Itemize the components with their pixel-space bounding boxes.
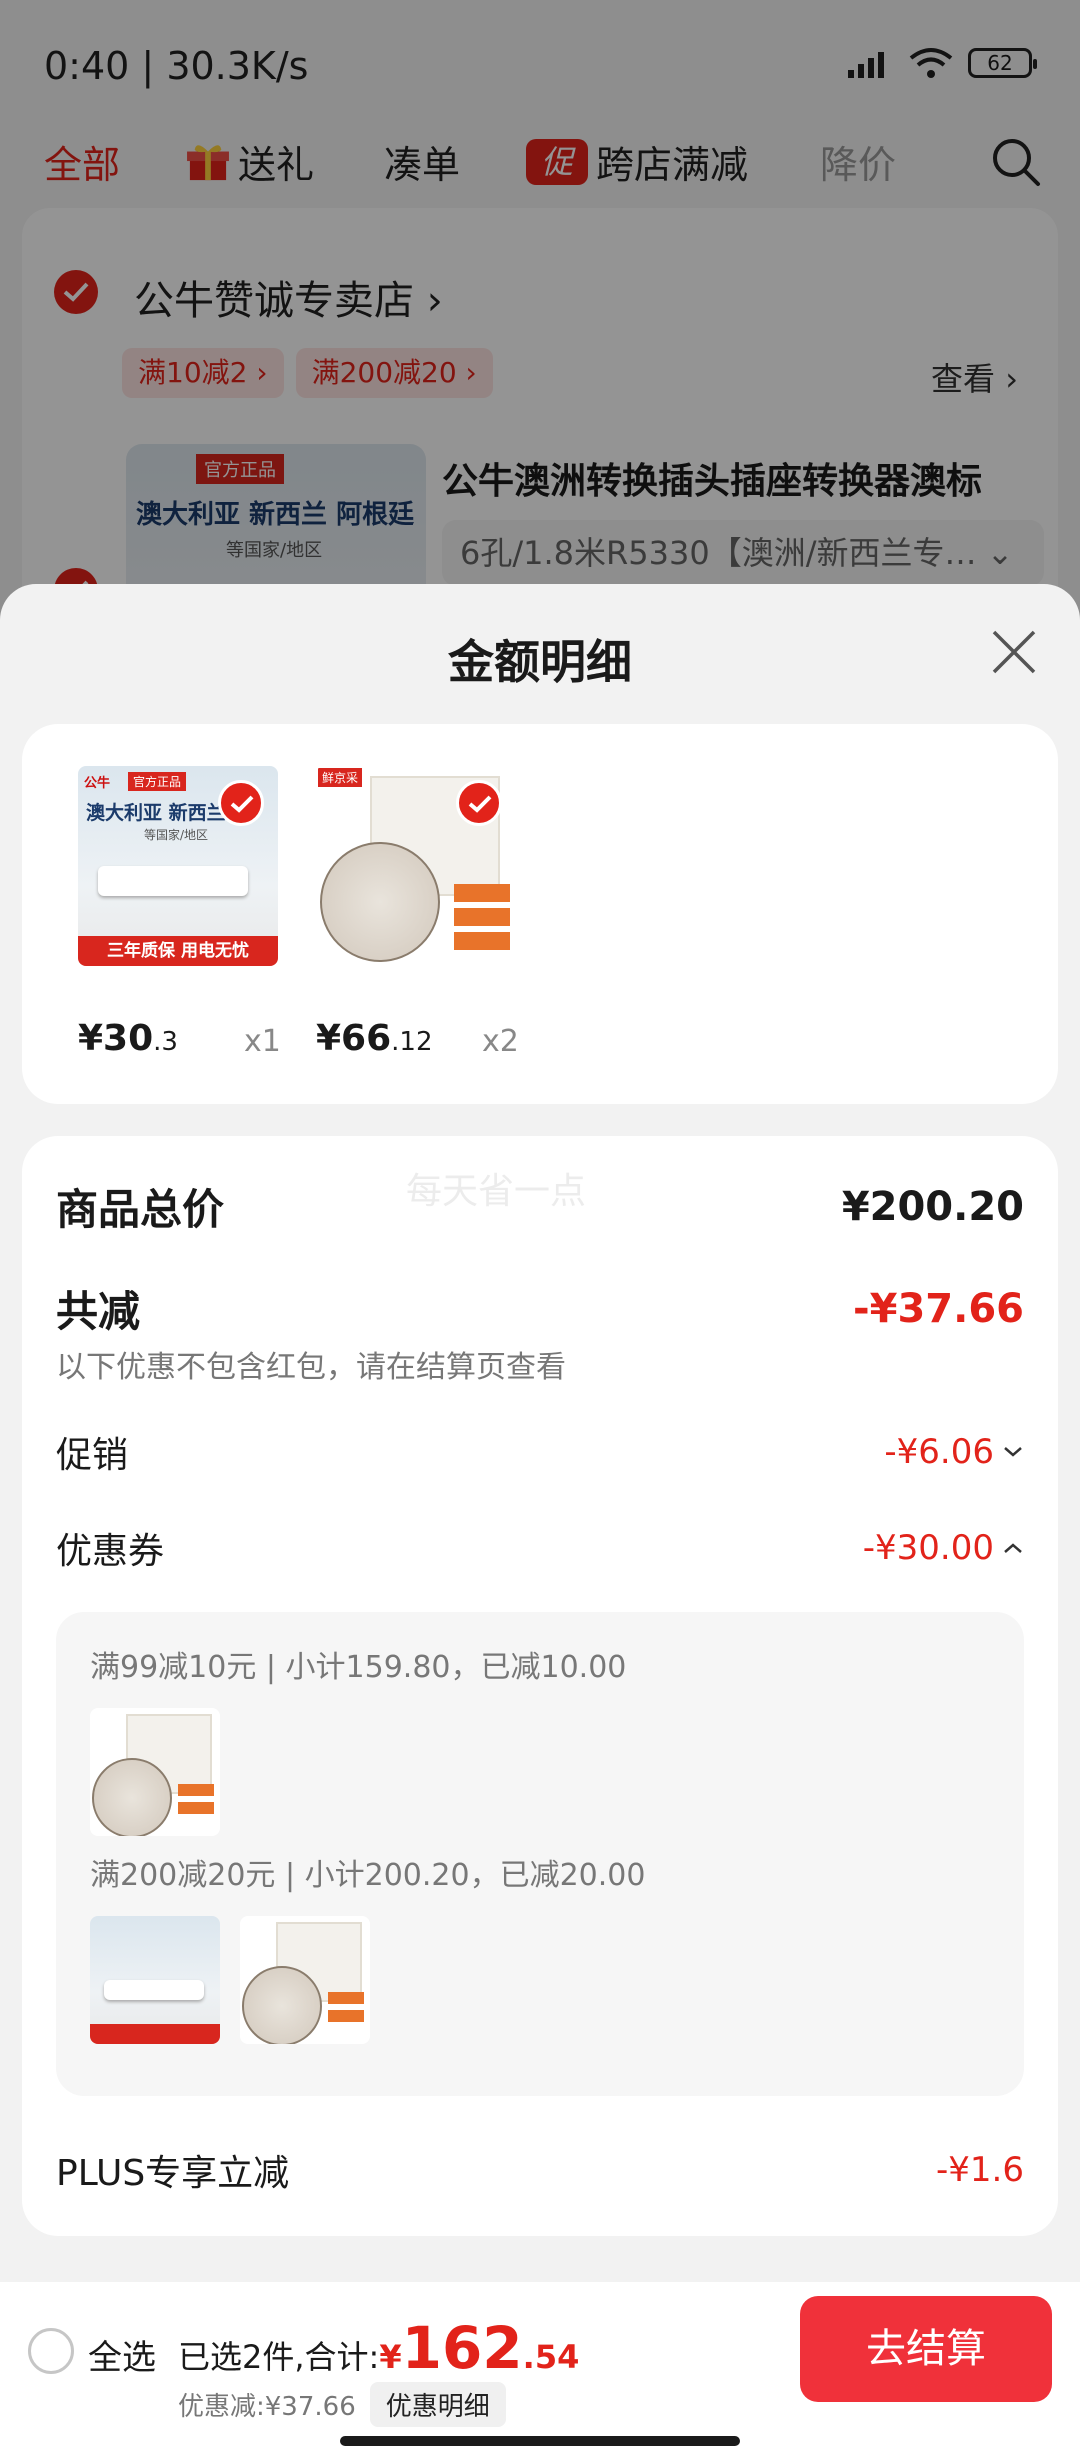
close-icon[interactable] — [988, 626, 1040, 678]
coupon-product-thumb — [90, 1916, 220, 2044]
coupon-line: 满200减20元 | 小计200.20，已减20.00 — [90, 1858, 646, 1893]
coupon-product-thumb — [90, 1708, 220, 1836]
coupon-row[interactable]: 优惠券 -¥30.00 — [56, 1522, 1024, 1574]
coupon-line: 满99减10元 | 小计159.80，已减10.00 — [90, 1650, 627, 1685]
item-quantity: x2 — [482, 1024, 519, 1059]
chevron-up-icon — [1004, 1543, 1022, 1553]
image-brand: 公牛 — [84, 776, 111, 791]
selected-item[interactable]: 公牛 官方正品 澳大利亚 新西兰 等国家/地区 三年质保 用电无忧 ¥30.3 … — [78, 766, 281, 1059]
coupon-label: 优惠券 — [56, 1531, 165, 1572]
banner-graphic — [90, 2024, 220, 2044]
total-label: 商品总价 — [56, 1185, 225, 1234]
checkout-bar: 全选 已选2件,合计: ¥ 162 .54 优惠减:¥37.66 优惠明细 去结… — [0, 2282, 1080, 2460]
image-region: 澳大利亚 新西兰 — [86, 802, 226, 824]
total-currency: ¥ — [379, 2338, 402, 2376]
plus-row: PLUS专享立减 -¥1.6 — [56, 2144, 1024, 2196]
item-price: ¥66.12 — [316, 1018, 433, 1059]
image-tag: 官方正品 — [128, 772, 187, 791]
discount-label: 共减 — [56, 1287, 141, 1336]
selected-item[interactable]: 鲜京采 ¥66.12 x2 — [316, 766, 519, 1059]
image-banner: 三年质保 用电无忧 — [78, 936, 278, 966]
selected-count-text: 已选2件,合计: — [178, 2338, 380, 2376]
power-strip-graphic — [98, 866, 248, 896]
total-value: ¥200.20 — [841, 1183, 1024, 1230]
price-dec: .3 — [153, 1027, 178, 1057]
item-quantity: x1 — [244, 1024, 281, 1059]
discount-value: -¥37.66 — [853, 1285, 1024, 1332]
total-row: 商品总价 ¥200.20 — [56, 1176, 1024, 1237]
image-sub: 等国家/地区 — [144, 828, 209, 842]
price-int: ¥30 — [78, 1018, 154, 1059]
badge-graphic — [454, 932, 510, 950]
price-detail-card: 每天省一点 商品总价 ¥200.20 共减 -¥37.66 以下优惠不包含红包，… — [22, 1136, 1058, 2236]
badge-graphic — [328, 2010, 364, 2022]
discount-row: 共减 -¥37.66 — [56, 1278, 1024, 1339]
total-summary: 已选2件,合计: ¥ 162 .54 — [178, 2314, 579, 2382]
image-label: 鲜京采 — [318, 768, 363, 787]
coupon-value: -¥30.00 — [862, 1528, 994, 1568]
price-int: ¥66 — [316, 1018, 392, 1059]
promo-label: 促销 — [56, 1435, 129, 1476]
home-indicator[interactable] — [340, 2436, 740, 2446]
promo-value-group: -¥6.06 — [884, 1432, 1024, 1472]
promo-value: -¥6.06 — [884, 1432, 994, 1472]
item-check-icon[interactable] — [456, 780, 502, 826]
badge-graphic — [178, 1802, 214, 1814]
coupon-value-group: -¥30.00 — [863, 1528, 1024, 1568]
discount-detail-button[interactable]: 优惠明细 — [369, 2382, 506, 2427]
checkout-button[interactable]: 去结算 — [800, 2296, 1052, 2402]
selected-items-card: 公牛 官方正品 澳大利亚 新西兰 等国家/地区 三年质保 用电无忧 ¥30.3 … — [22, 724, 1058, 1104]
plus-value: -¥1.6 — [936, 2150, 1024, 2190]
item-check-icon[interactable] — [218, 780, 264, 826]
price-dec: .12 — [391, 1027, 433, 1057]
badge-graphic — [328, 1992, 364, 2004]
promo-row[interactable]: 促销 -¥6.06 — [56, 1426, 1024, 1478]
item-price: ¥30.3 — [78, 1018, 178, 1059]
discount-note: 以下优惠不包含红包，请在结算页查看 — [56, 1350, 566, 1385]
product-image: 公牛 官方正品 澳大利亚 新西兰 等国家/地区 三年质保 用电无忧 — [78, 766, 278, 966]
power-strip-graphic — [104, 1980, 204, 2000]
amount-detail-sheet: 金额明细 公牛 官方正品 澳大利亚 新西兰 等国家/地区 三年质保 用电无忧 ¥… — [0, 584, 1080, 2460]
sheet-title: 金额明细 — [448, 635, 632, 689]
plus-label: PLUS专享立减 — [56, 2153, 290, 2194]
badge-graphic — [454, 884, 510, 902]
shrimp-plate-graphic — [242, 1966, 322, 2044]
badge-graphic — [178, 1784, 214, 1796]
select-all-checkbox[interactable] — [28, 2328, 74, 2374]
coupon-product-thumb — [240, 1916, 370, 2044]
chevron-down-icon — [1004, 1447, 1022, 1457]
discount-summary: 优惠减:¥37.66 优惠明细 — [178, 2382, 506, 2427]
coupon-breakdown: 满99减10元 | 小计159.80，已减10.00 满200减20元 | 小计… — [56, 1612, 1024, 2096]
shrimp-plate-graphic — [92, 1758, 172, 1836]
discount-summary-text: 优惠减:¥37.66 — [178, 2392, 356, 2422]
total-integer: 162 — [401, 2314, 523, 2382]
select-all-label[interactable]: 全选 — [88, 2330, 156, 2379]
badge-graphic — [454, 908, 510, 926]
product-image: 鲜京采 — [316, 766, 516, 966]
shrimp-plate-graphic — [320, 842, 440, 962]
total-decimal: .54 — [522, 2338, 580, 2376]
